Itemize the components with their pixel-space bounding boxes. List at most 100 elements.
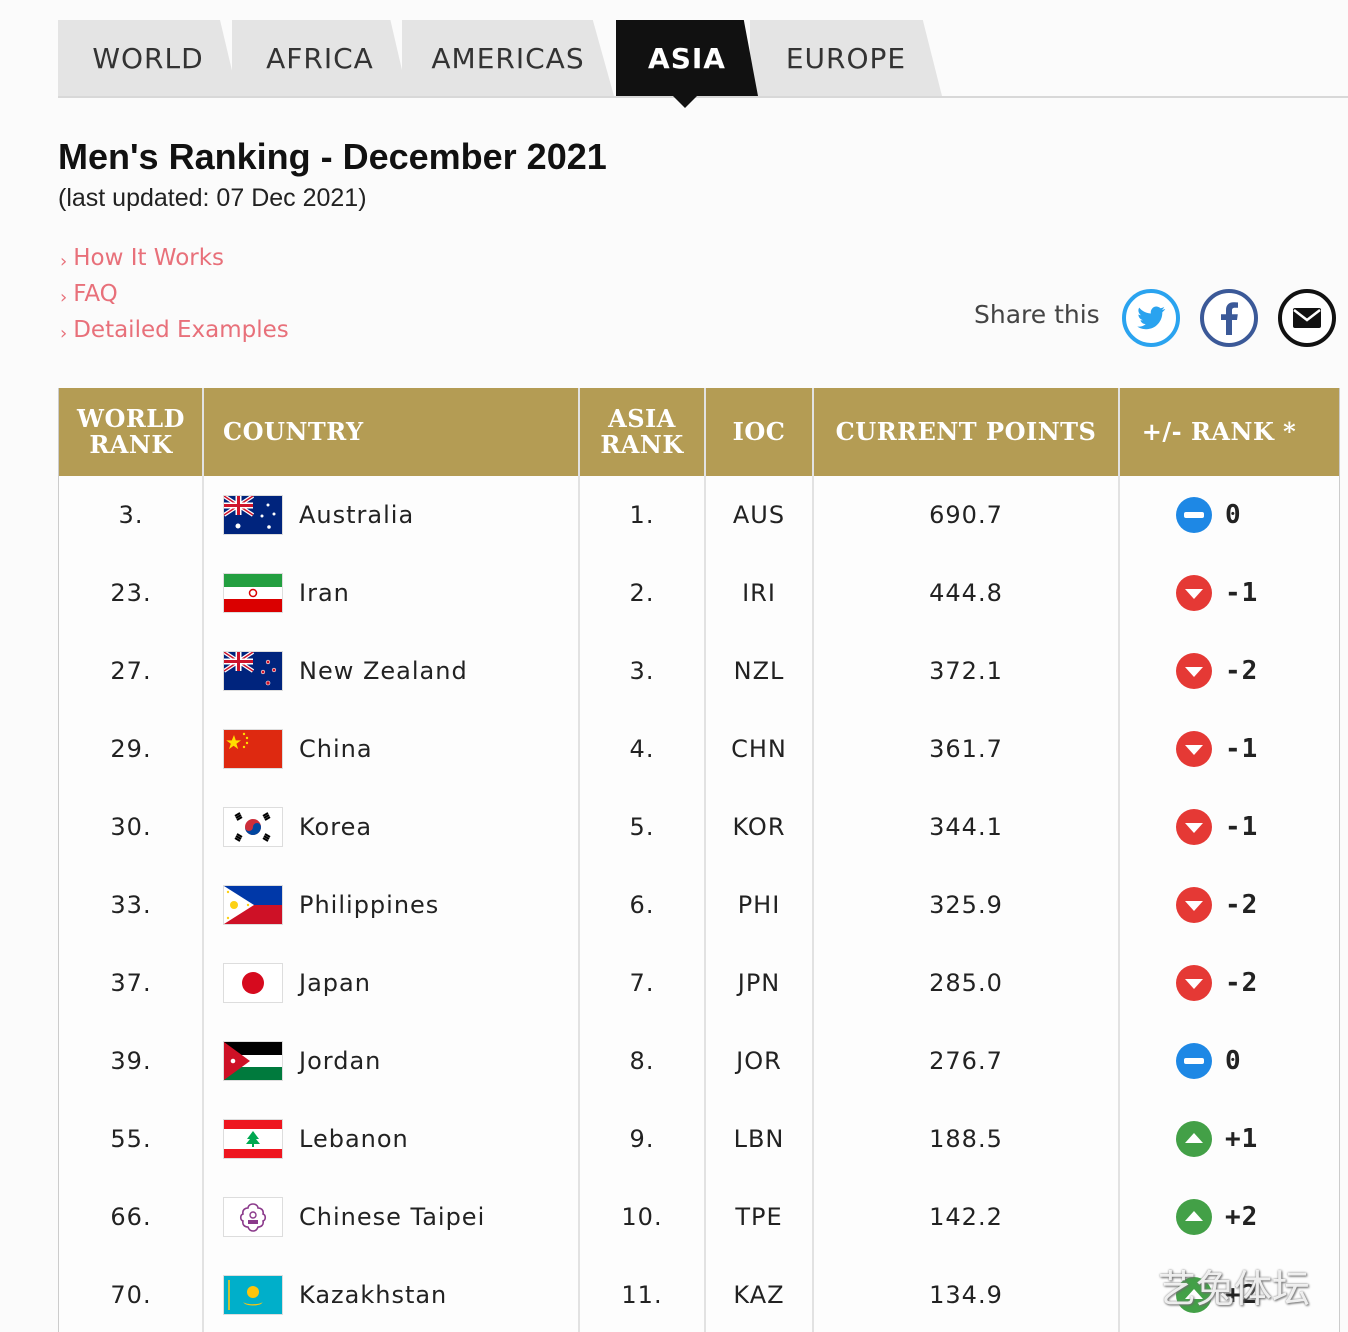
rank-change-value: 0 bbox=[1225, 1046, 1242, 1076]
cell-ioc: KAZ bbox=[733, 1281, 785, 1309]
cell-country[interactable]: Chinese Taipei bbox=[223, 1178, 579, 1256]
table-row: 3. Australia 1. AUS 690.7 0 bbox=[59, 476, 1339, 554]
cell-ioc: TPE bbox=[735, 1203, 783, 1231]
china-flag-icon bbox=[223, 729, 283, 769]
header-country[interactable]: COUNTRY bbox=[203, 388, 579, 476]
tab-asia[interactable]: ASIA bbox=[616, 20, 758, 96]
cell-world-rank: 30. bbox=[110, 813, 152, 841]
chevron-right-icon: › bbox=[60, 251, 68, 272]
email-icon bbox=[1278, 289, 1336, 347]
chinese-taipei-flag-icon bbox=[223, 1197, 283, 1237]
header-ioc[interactable]: IOC bbox=[705, 388, 813, 476]
ranking-table: WORLD RANK COUNTRY ASIA RANK IOC CURRENT P… bbox=[58, 388, 1340, 1332]
tab-africa[interactable]: AFRICA bbox=[232, 20, 408, 96]
watermark-text: 艺兔体坛 bbox=[1158, 1267, 1311, 1311]
cell-world-rank: 33. bbox=[110, 891, 152, 919]
cell-ioc: JOR bbox=[736, 1047, 782, 1075]
country-name: Korea bbox=[299, 813, 373, 841]
table-header: WORLD RANK COUNTRY ASIA RANK IOC CURRENT P… bbox=[59, 388, 1339, 476]
link-detailed-examples[interactable]: › Detailed Examples bbox=[60, 312, 289, 348]
cell-points: 285.0 bbox=[929, 969, 1003, 997]
philippines-flag-icon bbox=[223, 885, 283, 925]
table-row: 29. China 4. CHN 361.7 -1 bbox=[59, 710, 1339, 788]
cell-asia-rank: 10. bbox=[621, 1203, 663, 1231]
cell-country[interactable]: Lebanon bbox=[223, 1100, 579, 1178]
email-share-button[interactable] bbox=[1277, 288, 1337, 348]
trend-down-icon bbox=[1175, 886, 1213, 924]
cell-country[interactable]: Philippines bbox=[223, 866, 579, 944]
trend-same-icon bbox=[1175, 1042, 1213, 1080]
twitter-share-button[interactable] bbox=[1121, 288, 1181, 348]
trend-up-icon bbox=[1175, 1120, 1213, 1158]
trend-down-icon bbox=[1175, 574, 1213, 612]
facebook-share-button[interactable] bbox=[1199, 288, 1259, 348]
header-rank-change[interactable]: +/- RANK * bbox=[1119, 388, 1319, 476]
tab-label: AMERICAS bbox=[431, 41, 585, 75]
cell-world-rank: 55. bbox=[110, 1125, 152, 1153]
cell-ioc: JPN bbox=[737, 969, 781, 997]
cell-world-rank: 23. bbox=[110, 579, 152, 607]
cell-rank-change: 0 bbox=[1119, 476, 1319, 554]
cell-country[interactable]: China bbox=[223, 710, 579, 788]
cell-rank-change: -2 bbox=[1119, 866, 1319, 944]
link-faq[interactable]: › FAQ bbox=[60, 276, 289, 312]
cell-asia-rank: 2. bbox=[629, 579, 655, 607]
cell-country[interactable]: Japan bbox=[223, 944, 579, 1022]
cell-country[interactable]: Australia bbox=[223, 476, 579, 554]
facebook-icon bbox=[1200, 289, 1258, 347]
cell-ioc: KOR bbox=[732, 813, 786, 841]
cell-country[interactable]: Jordan bbox=[223, 1022, 579, 1100]
rank-change-value: +1 bbox=[1225, 1124, 1259, 1154]
share-label: Share this bbox=[974, 300, 1100, 329]
table-row: 39. Jordan 8. JOR 276.7 0 bbox=[59, 1022, 1339, 1100]
page-title: Men's Ranking - December 2021 bbox=[58, 136, 607, 177]
country-name: Philippines bbox=[299, 891, 440, 919]
tabs-baseline bbox=[58, 96, 1348, 98]
cell-asia-rank: 1. bbox=[629, 501, 655, 529]
cell-world-rank: 3. bbox=[118, 501, 144, 529]
link-label: FAQ bbox=[73, 281, 118, 307]
country-name: Kazakhstan bbox=[299, 1281, 448, 1309]
lebanon-flag-icon bbox=[223, 1119, 283, 1159]
header-asia-rank[interactable]: ASIA RANK bbox=[579, 388, 705, 476]
cell-points: 444.8 bbox=[929, 579, 1003, 607]
tab-world[interactable]: WORLD bbox=[58, 20, 238, 96]
cell-asia-rank: 6. bbox=[629, 891, 655, 919]
twitter-icon bbox=[1122, 289, 1180, 347]
trend-down-icon bbox=[1175, 652, 1213, 690]
header-world-rank[interactable]: WORLD RANK bbox=[59, 388, 203, 476]
tab-europe[interactable]: EUROPE bbox=[750, 20, 942, 96]
tab-label: WORLD bbox=[92, 41, 204, 75]
rank-change-value: -2 bbox=[1225, 968, 1259, 998]
trend-same-icon bbox=[1175, 496, 1213, 534]
cell-country[interactable]: Iran bbox=[223, 554, 579, 632]
cell-rank-change: +1 bbox=[1119, 1100, 1319, 1178]
header-current-points[interactable]: CURRENT POINTS bbox=[813, 388, 1119, 476]
cell-country[interactable]: New Zealand bbox=[223, 632, 579, 710]
link-label: How It Works bbox=[73, 245, 225, 271]
country-name: Iran bbox=[299, 579, 350, 607]
cell-ioc: LBN bbox=[733, 1125, 785, 1153]
link-how-it-works[interactable]: › How It Works bbox=[60, 240, 289, 276]
country-name: Chinese Taipei bbox=[299, 1203, 486, 1231]
cell-rank-change: -2 bbox=[1119, 944, 1319, 1022]
country-name: Japan bbox=[299, 969, 371, 997]
table-row: 33. Philippines 6. PHI 325.9 -2 bbox=[59, 866, 1339, 944]
cell-points: 276.7 bbox=[929, 1047, 1003, 1075]
cell-points: 325.9 bbox=[929, 891, 1003, 919]
cell-points: 690.7 bbox=[929, 501, 1003, 529]
rank-change-value: -1 bbox=[1225, 578, 1259, 608]
trend-up-icon bbox=[1175, 1198, 1213, 1236]
cell-ioc: NZL bbox=[733, 657, 785, 685]
cell-points: 134.9 bbox=[929, 1281, 1003, 1309]
cell-rank-change: +2 bbox=[1119, 1178, 1319, 1256]
cell-ioc: CHN bbox=[731, 735, 787, 763]
tab-americas[interactable]: AMERICAS bbox=[402, 20, 614, 96]
cell-country[interactable]: Kazakhstan bbox=[223, 1256, 579, 1332]
trend-down-icon bbox=[1175, 730, 1213, 768]
kazakhstan-flag-icon bbox=[223, 1275, 283, 1315]
table-row: 23. Iran 2. IRI 444.8 -1 bbox=[59, 554, 1339, 632]
cell-points: 344.1 bbox=[929, 813, 1003, 841]
cell-country[interactable]: Korea bbox=[223, 788, 579, 866]
cell-ioc: IRI bbox=[742, 579, 776, 607]
